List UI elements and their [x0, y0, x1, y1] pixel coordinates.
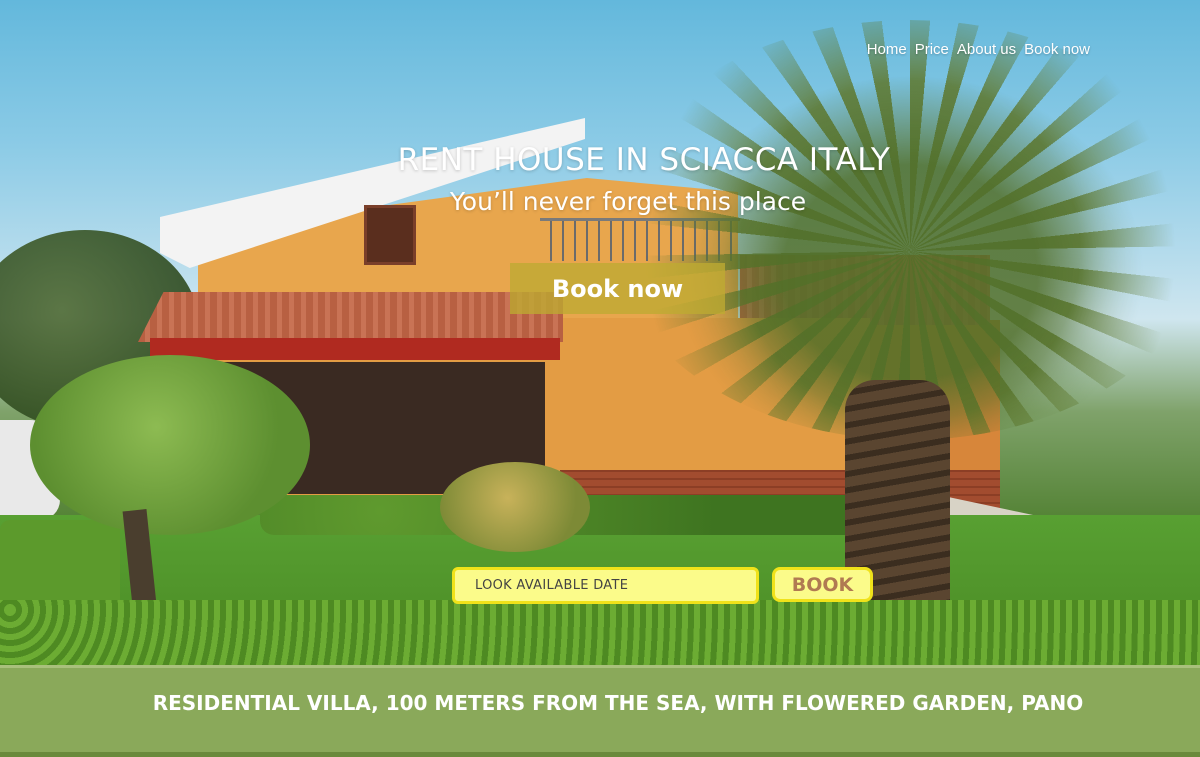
porch-band [150, 338, 560, 360]
left-hedge [0, 520, 120, 610]
front-hedge [0, 600, 1200, 665]
top-navigation: Home Price About us Book now [867, 41, 1090, 58]
book-now-button[interactable]: Book now [510, 263, 725, 314]
nav-home-link[interactable]: Home [867, 41, 907, 58]
hero-section: Home Price About us Book now RENT HOUSE … [0, 0, 1200, 665]
banner-text: RESIDENTIAL VILLA, 100 METERS FROM THE S… [152, 691, 1084, 715]
nav-book-now-link[interactable]: Book now [1024, 41, 1090, 58]
banner-bottom-shade [0, 752, 1200, 757]
olive-tree-canopy [30, 355, 310, 535]
flowering-bush [440, 462, 590, 552]
hero-title: RENT HOUSE IN SCIACCA ITALY [397, 142, 891, 178]
description-banner: RESIDENTIAL VILLA, 100 METERS FROM THE S… [0, 665, 1200, 757]
nav-price-link[interactable]: Price [915, 41, 949, 58]
nav-about-link[interactable]: About us [957, 41, 1016, 58]
porch-roof [138, 292, 563, 342]
hero-subtitle: You’ll never forget this place [449, 187, 807, 216]
palm-tree-fronds [610, 20, 1200, 440]
available-date-input[interactable] [452, 567, 759, 604]
book-button[interactable]: BOOK [772, 567, 873, 602]
hero-background-photo [0, 0, 1200, 665]
